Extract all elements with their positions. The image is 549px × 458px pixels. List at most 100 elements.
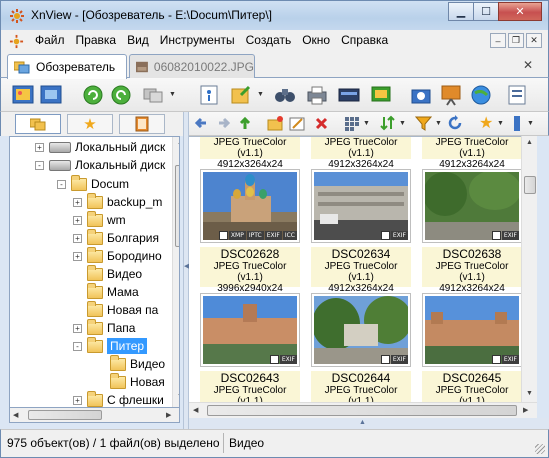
refresh-icon[interactable]: [447, 115, 464, 132]
tree-vertical-scrollbar[interactable]: ▲ ▼: [172, 137, 179, 422]
tree-item[interactable]: Видео: [87, 264, 142, 283]
app-menu-icon[interactable]: [9, 34, 24, 49]
mdi-minimize-button[interactable]: –: [490, 33, 506, 48]
tree-item[interactable]: + Папа: [73, 318, 135, 337]
thumbnail-caption-partial[interactable]: JPEG TrueColor (v1.1) 4912x3264x24: [200, 137, 300, 170]
menu-create[interactable]: Создать: [242, 33, 296, 47]
thumbnail-image[interactable]: EXIF: [311, 169, 411, 243]
tree-item[interactable]: + Болгария: [73, 228, 159, 247]
thumbnail-vertical-scrollbar[interactable]: ▲ ▼: [521, 136, 537, 402]
thumbnail-image[interactable]: EXIF: [200, 293, 300, 367]
convert-dropdown-icon[interactable]: ▼: [169, 91, 176, 98]
thumbnail-image[interactable]: XMP IPTC EXIF ICC: [200, 169, 300, 243]
tree-item-selected[interactable]: - Питер: [73, 336, 148, 355]
close-button[interactable]: ✕: [498, 2, 542, 21]
filter-dropdown-icon[interactable]: ▼: [435, 120, 442, 127]
selection-checkbox-icon[interactable]: [491, 231, 501, 240]
delete-icon[interactable]: [313, 115, 330, 132]
minimize-button[interactable]: ▁: [448, 2, 474, 21]
fullscreen-icon[interactable]: [39, 83, 63, 107]
thumbnail-image[interactable]: EXIF: [311, 293, 411, 367]
tree-item[interactable]: + Бородино: [73, 246, 162, 265]
collapse-icon[interactable]: -: [35, 160, 44, 170]
thumbnail-image[interactable]: EXIF: [422, 169, 522, 243]
rating-dropdown-icon[interactable]: ▼: [497, 120, 504, 127]
forward-icon[interactable]: [215, 115, 232, 132]
rename-icon[interactable]: [289, 115, 306, 132]
export-dropdown-icon[interactable]: ▼: [257, 91, 264, 98]
tree-item[interactable]: + Локальный диск: [35, 138, 165, 156]
scroll-right-icon[interactable]: ▶: [166, 411, 171, 419]
tree-item[interactable]: + backup_m: [73, 192, 162, 211]
scroll-left-icon[interactable]: ◀: [13, 411, 18, 419]
thumbnail-caption-partial[interactable]: JPEG TrueColor (v1.1) 4912x3264x24: [422, 137, 522, 170]
scroll-left-icon[interactable]: ◀: [193, 406, 198, 414]
preview-splitter[interactable]: ▲: [189, 418, 549, 429]
expand-icon[interactable]: +: [73, 215, 82, 225]
tree-item[interactable]: Мама: [87, 282, 139, 301]
back-icon[interactable]: [193, 115, 210, 132]
print-icon[interactable]: [305, 83, 329, 107]
sort-icon[interactable]: [379, 115, 396, 132]
sort-dropdown-icon[interactable]: ▼: [399, 120, 406, 127]
filter-icon[interactable]: [415, 115, 432, 132]
info-icon[interactable]: [197, 83, 221, 107]
tree-item[interactable]: Видео: [110, 354, 165, 373]
expand-icon[interactable]: +: [73, 197, 82, 207]
convert-icon[interactable]: [141, 83, 165, 107]
selection-checkbox-icon[interactable]: [491, 355, 501, 364]
maximize-button[interactable]: ☐: [473, 2, 499, 21]
slideshow-icon[interactable]: [369, 83, 393, 107]
categories-tab[interactable]: [119, 114, 165, 134]
tree-item[interactable]: Новая па: [87, 300, 158, 319]
scrollbar-thumb[interactable]: [28, 410, 102, 420]
tab-image-file[interactable]: 06082010022.JPG: [129, 54, 255, 78]
up-folder-icon[interactable]: [237, 115, 254, 132]
scroll-down-icon[interactable]: ▼: [177, 393, 179, 400]
menu-help[interactable]: Справка: [337, 33, 392, 47]
collapse-icon[interactable]: -: [57, 179, 66, 189]
binoculars-icon[interactable]: [273, 83, 297, 107]
expand-icon[interactable]: +: [35, 142, 44, 152]
rotate-left-icon[interactable]: [81, 83, 105, 107]
export-icon[interactable]: [229, 83, 253, 107]
expand-icon[interactable]: +: [73, 323, 82, 333]
scan-icon[interactable]: [337, 83, 361, 107]
mdi-restore-button[interactable]: ❐: [508, 33, 524, 48]
scroll-down-icon[interactable]: ▼: [526, 390, 533, 397]
mdi-close-button[interactable]: ✕: [526, 33, 542, 48]
thumbnail-image[interactable]: EXIF: [422, 293, 522, 367]
tree-item[interactable]: - Docum: [57, 174, 129, 193]
selection-checkbox-icon[interactable]: [380, 355, 390, 364]
tree-item[interactable]: - Локальный диск: [35, 156, 165, 174]
menu-edit[interactable]: Правка: [72, 33, 121, 47]
tree-item[interactable]: + wm: [73, 210, 126, 229]
scrollbar-thumb[interactable]: [207, 405, 517, 416]
view-mode-dropdown-icon[interactable]: ▼: [363, 120, 370, 127]
folders-tab[interactable]: [15, 114, 61, 134]
expand-icon[interactable]: +: [73, 233, 82, 243]
presentation-icon[interactable]: [439, 83, 463, 107]
close-tab-icon[interactable]: ✕: [523, 58, 533, 72]
scroll-right-icon[interactable]: ▶: [523, 406, 528, 414]
web-icon[interactable]: [469, 83, 493, 107]
new-folder-icon[interactable]: [267, 115, 284, 132]
rating-star-icon[interactable]: ★: [479, 113, 496, 132]
capture-icon[interactable]: [409, 83, 433, 107]
scroll-up-icon[interactable]: ▲: [526, 139, 533, 146]
settings-icon[interactable]: [505, 83, 529, 107]
expand-preview-icon[interactable]: ▲: [359, 419, 366, 426]
expand-icon[interactable]: +: [73, 395, 82, 405]
resize-grip-icon[interactable]: [535, 444, 545, 454]
thumbnail-caption-partial[interactable]: JPEG TrueColor (v1.1) 4912x3264x24: [311, 137, 411, 170]
menu-file[interactable]: Файл: [31, 33, 69, 47]
tab-browser[interactable]: Обозреватель: [7, 54, 127, 79]
menu-tools[interactable]: Инструменты: [156, 33, 239, 47]
scrollbar-thumb[interactable]: [524, 176, 536, 194]
rotate-right-icon[interactable]: [109, 83, 133, 107]
scroll-up-icon[interactable]: ▲: [177, 139, 179, 146]
selection-checkbox-icon[interactable]: [218, 231, 228, 240]
selection-checkbox-icon[interactable]: [269, 355, 279, 364]
favorites-tab[interactable]: ★: [67, 114, 113, 134]
scrollbar-thumb[interactable]: [175, 165, 179, 247]
